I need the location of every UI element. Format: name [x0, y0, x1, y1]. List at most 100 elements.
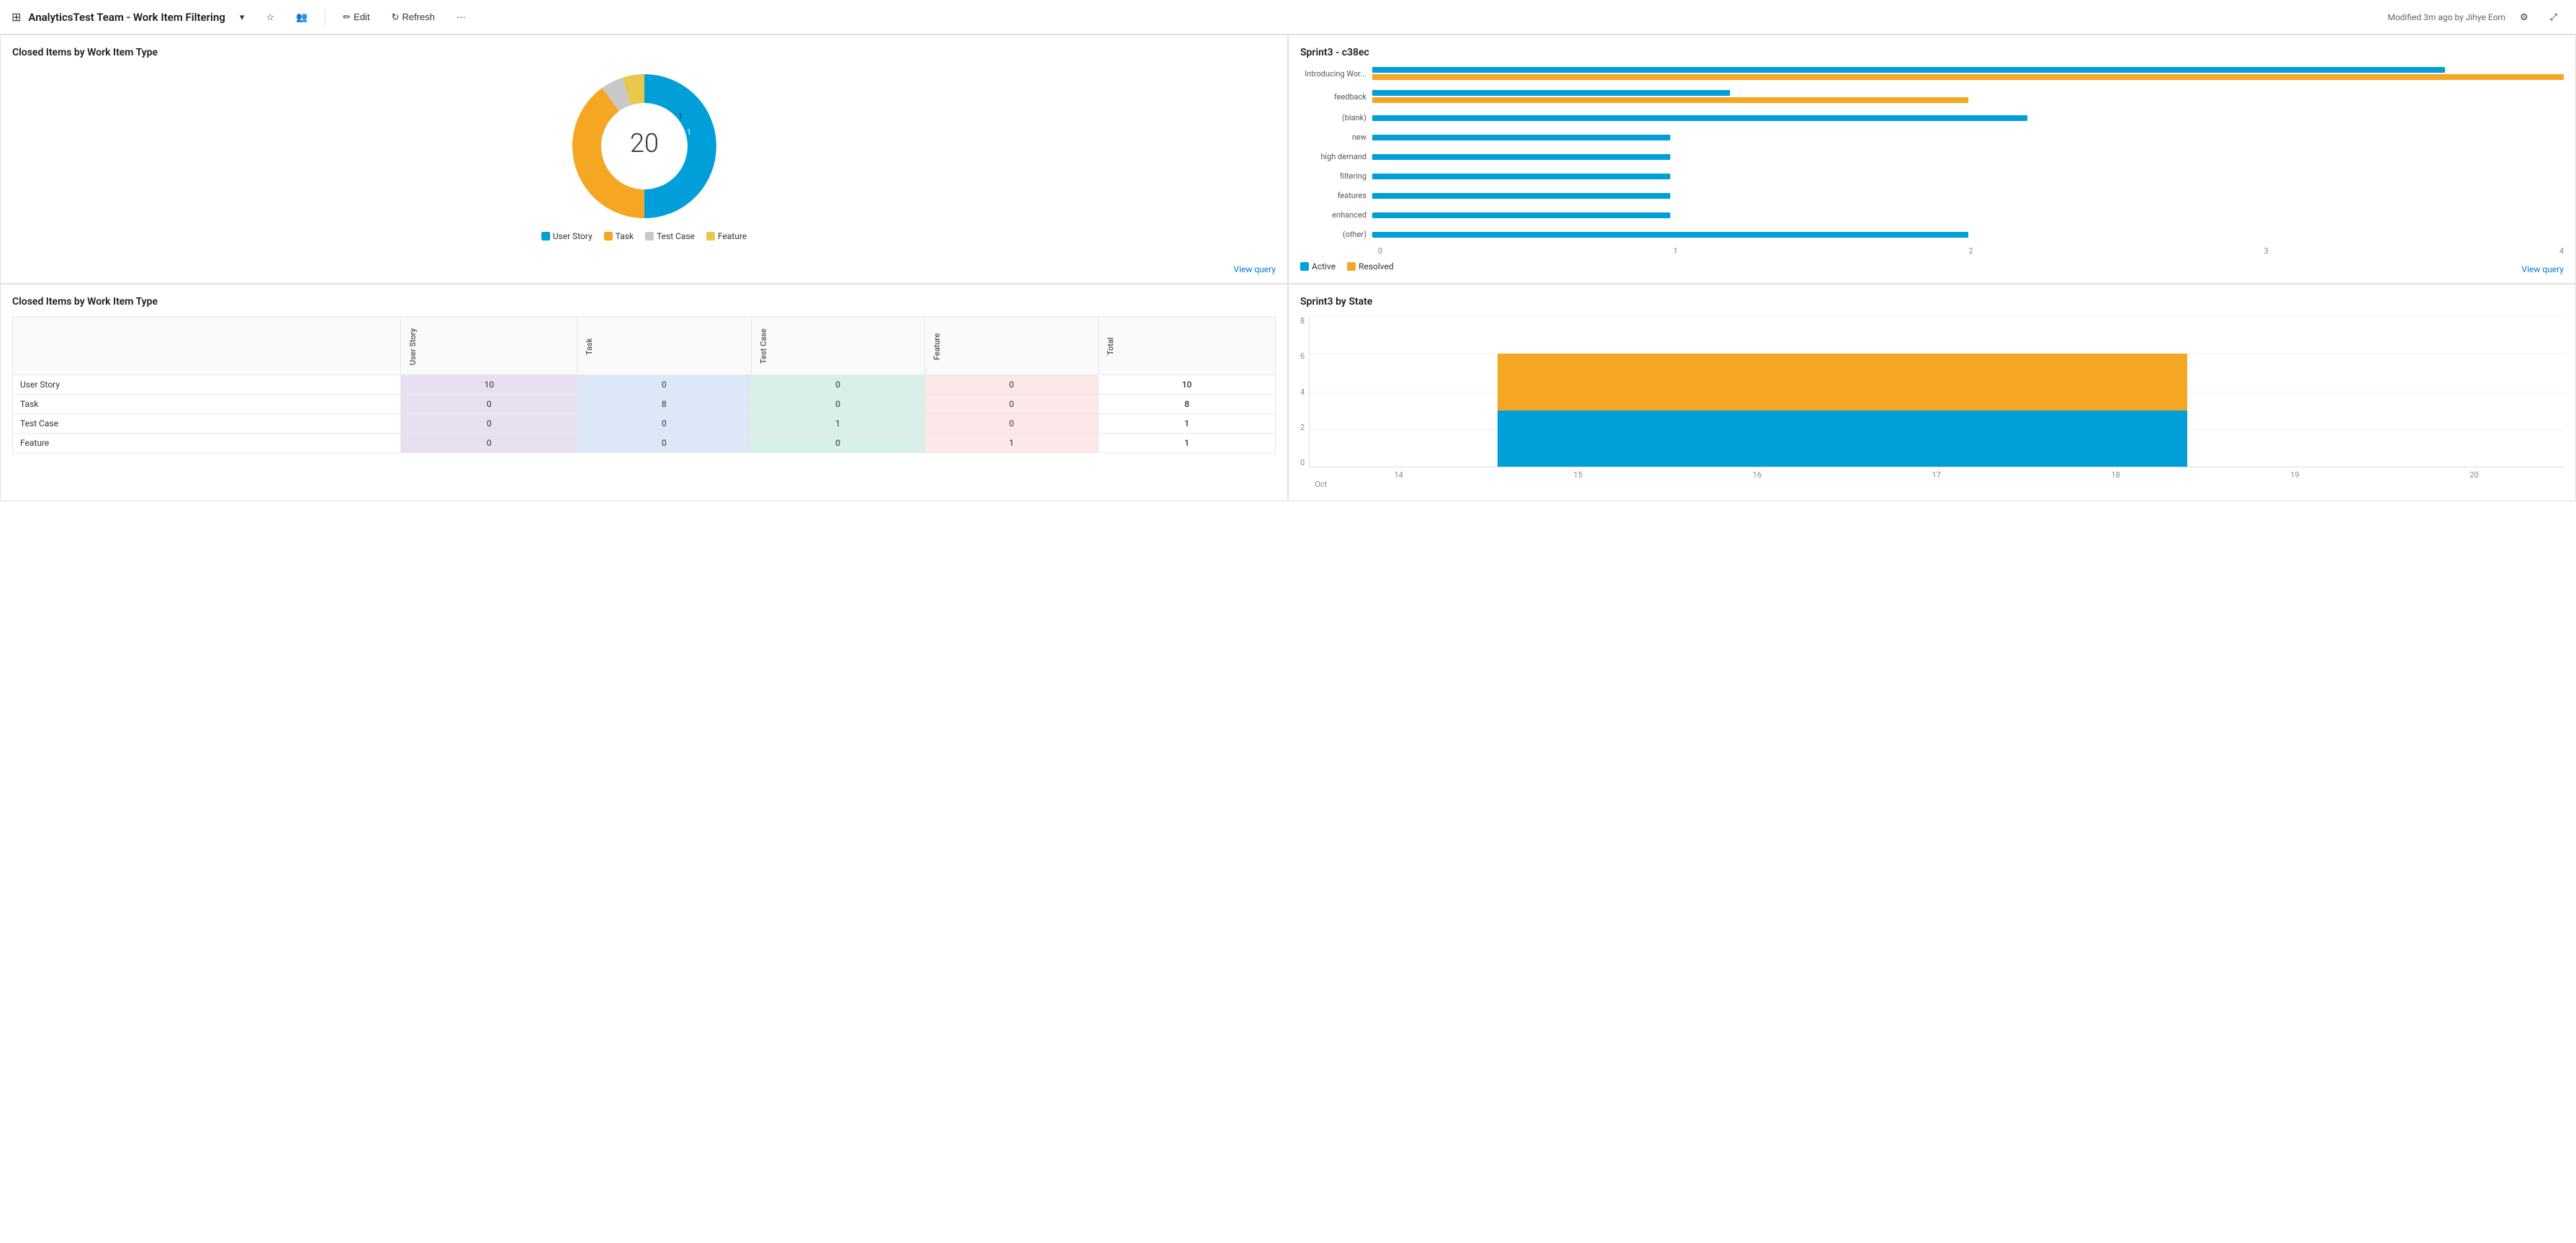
- donut-label-us: 10: [608, 130, 617, 138]
- x-label-16: 16: [1752, 470, 1761, 480]
- x-label-19: 19: [2290, 470, 2299, 480]
- matrix-row-task: Task 0 8 0 0 8: [13, 395, 1276, 414]
- legend-item-testcase: Test Case: [645, 231, 695, 241]
- matrix-col-feat: Feature: [924, 317, 1098, 375]
- matrix-corner: [13, 317, 401, 375]
- widget4-title: Sprint3 by State: [1300, 296, 2564, 308]
- legend-label-testcase: Test Case: [657, 231, 695, 241]
- legend-item-feature: Feature: [706, 231, 747, 241]
- vbar-x-axis: 14 15 16 17 18 19 20: [1309, 467, 2564, 480]
- matrix-cell-us-feat: 0: [924, 375, 1098, 395]
- hbar-row-6: filtering: [1300, 171, 2564, 181]
- widget1-view-query[interactable]: View query: [1233, 264, 1276, 274]
- hbar-label-6: filtering: [1300, 171, 1372, 181]
- y-label-8: 8: [1300, 316, 1305, 326]
- legend-label-userstory: User Story: [553, 231, 593, 241]
- matrix-cell-feat-feat: 1: [924, 434, 1098, 453]
- x-label-15: 15: [1573, 470, 1582, 480]
- hbar-legend-dot-resolved: [1347, 262, 1356, 271]
- hbar-legend-resolved: Resolved: [1347, 261, 1394, 272]
- gear-icon: ⚙: [2520, 12, 2528, 23]
- hbar-row-5: high demand: [1300, 152, 2564, 161]
- chevron-down-button[interactable]: ▾: [233, 9, 252, 26]
- hbar-label-2: feedback: [1300, 92, 1372, 102]
- donut-total-label: 20: [630, 128, 659, 158]
- hbar-row-4: new: [1300, 133, 2564, 142]
- chevron-down-icon: ▾: [240, 12, 245, 23]
- matrix-cell-tc-tc: 1: [751, 414, 924, 434]
- matrix-row-us: User Story 10 0 0 0 10: [13, 375, 1276, 395]
- matrix-cell-task-total: 8: [1099, 395, 1276, 414]
- x-label-20: 20: [2469, 470, 2478, 480]
- hbar-label-5: high demand: [1300, 152, 1372, 161]
- edit-button[interactable]: ✏ Edit: [335, 9, 377, 26]
- hbar-legend-label-resolved: Resolved: [1359, 261, 1394, 272]
- matrix-row-label-task: Task: [13, 395, 401, 414]
- donut-label-task: 8: [670, 220, 674, 225]
- expand-button[interactable]: ⤢: [2543, 9, 2564, 26]
- hbar-rows: Introducing Wor... feedback (blank): [1300, 67, 2564, 243]
- hbar-row-7: features: [1300, 191, 2564, 200]
- people-icon: 👥: [296, 12, 307, 23]
- matrix-col-us: User Story: [401, 317, 577, 375]
- hbar-legend: Active Resolved: [1300, 261, 2564, 272]
- matrix-row-label-us: User Story: [13, 375, 401, 395]
- matrix-cell-task-tc: 0: [751, 395, 924, 414]
- vbar-plot: [1309, 316, 2564, 467]
- widget-hbar: Sprint3 - c38ec Introducing Wor... feedb…: [1288, 35, 2576, 284]
- pencil-icon: ✏: [343, 12, 351, 23]
- hbar-row-3: (blank): [1300, 113, 2564, 122]
- matrix-row-label-tc: Test Case: [13, 414, 401, 434]
- people-button[interactable]: 👥: [289, 9, 315, 26]
- hbar-active-3: [1372, 115, 2027, 121]
- hbar-container: Introducing Wor... feedback (blank): [1300, 67, 2564, 272]
- matrix-cell-feat-us: 0: [401, 434, 577, 453]
- hbar-active-5: [1372, 154, 1670, 160]
- refresh-icon: ↻: [392, 12, 400, 23]
- matrix-col-tc: Test Case: [751, 317, 924, 375]
- widget-donut: Closed Items by Work Item Type 20 1 1 8: [0, 35, 1288, 284]
- matrix-row-tc: Test Case 0 0 1 0 1: [13, 414, 1276, 434]
- matrix-cell-feat-task: 0: [577, 434, 751, 453]
- hbar-active-6: [1372, 174, 1670, 179]
- x-label-14: 14: [1394, 470, 1402, 480]
- vbar-wrapper: 8 6 4 2 0: [1300, 316, 2564, 489]
- matrix-cell-feat-tc: 0: [751, 434, 924, 453]
- matrix-cell-us-task: 0: [577, 375, 751, 395]
- y-label-2: 2: [1300, 423, 1305, 432]
- widget2-title: Sprint3 - c38ec: [1300, 47, 2564, 58]
- widget2-view-query[interactable]: View query: [2521, 264, 2564, 274]
- vbar-seg-active: [1498, 410, 2187, 467]
- vbar-y-axis: 8 6 4 2 0: [1300, 316, 1309, 489]
- hbar-label-4: new: [1300, 133, 1372, 142]
- matrix-col-task: Task: [577, 317, 751, 375]
- hbar-active-7: [1372, 193, 1670, 199]
- widget-vbar: Sprint3 by State 8 6 4 2 0: [1288, 284, 2576, 501]
- hbar-resolved-1: [1372, 74, 2564, 80]
- header-right: Modified 3m ago by Jihye Eom ⚙ ⤢: [2387, 9, 2564, 26]
- vbar-x-sublabel: Oct: [1309, 480, 2564, 489]
- matrix-cell-task-task: 8: [577, 395, 751, 414]
- star-icon: ☆: [266, 12, 274, 23]
- matrix-cell-tc-feat: 0: [924, 414, 1098, 434]
- widget3-title: Closed Items by Work Item Type: [12, 296, 1276, 308]
- hbar-active-4: [1372, 135, 1670, 140]
- more-icon: ···: [456, 12, 466, 22]
- matrix-cell-tc-total: 1: [1099, 414, 1276, 434]
- hbar-row-9: (other): [1300, 230, 2564, 239]
- settings-button[interactable]: ⚙: [2513, 9, 2536, 26]
- legend-label-feature: Feature: [718, 231, 747, 241]
- matrix-cell-us-tc: 0: [751, 375, 924, 395]
- hbar-label-7: features: [1300, 191, 1372, 200]
- refresh-button[interactable]: ↻ Refresh: [384, 9, 442, 26]
- star-button[interactable]: ☆: [258, 9, 282, 26]
- more-button[interactable]: ···: [449, 9, 473, 25]
- dashboard: Closed Items by Work Item Type 20 1 1 8: [0, 35, 2576, 501]
- hbar-bars-9: [1372, 232, 2564, 238]
- hbar-legend-label-active: Active: [1312, 261, 1336, 272]
- legend-dot-feature: [706, 232, 715, 241]
- header: ⊞ AnalyticsTest Team - Work Item Filteri…: [0, 0, 2576, 35]
- hbar-legend-active: Active: [1300, 261, 1336, 272]
- y-label-4: 4: [1300, 387, 1305, 397]
- donut-chart: 20 1 1 8 10: [565, 67, 724, 225]
